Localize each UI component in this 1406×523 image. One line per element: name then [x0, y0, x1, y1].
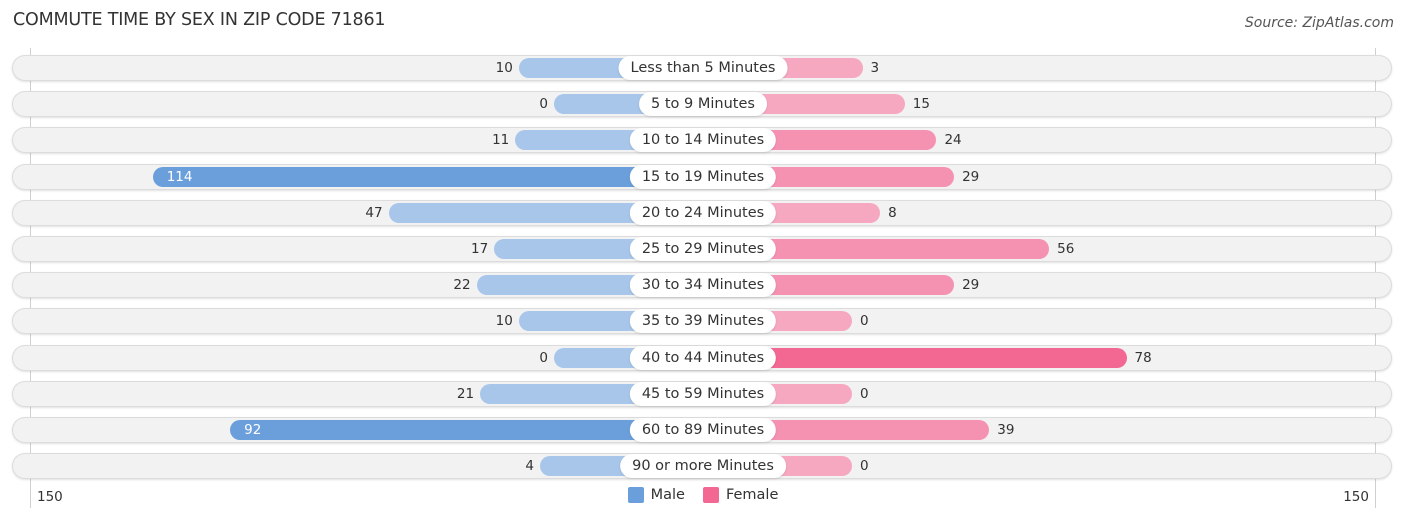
category-label: 30 to 34 Minutes: [629, 273, 777, 298]
value-label-male: 4: [525, 458, 534, 475]
female-swatch-icon: [702, 487, 719, 503]
value-label-female: 0: [860, 458, 869, 475]
category-label: 40 to 44 Minutes: [629, 345, 777, 370]
value-label-male: 21: [456, 385, 475, 402]
bar-male[interactable]: [152, 166, 703, 187]
legend-label-female: Female: [725, 487, 779, 503]
category-label: 35 to 39 Minutes: [629, 309, 777, 334]
value-label-female: 78: [1134, 349, 1152, 366]
category-label: 60 to 89 Minutes: [629, 418, 777, 442]
value-label-male: 114: [166, 168, 193, 185]
value-label-male: 0: [539, 349, 548, 366]
male-swatch-icon: [627, 487, 644, 503]
value-label-female: 56: [1057, 241, 1075, 257]
chart-area: Less than 5 Minutes 10 3 5 to 9 Minutes 0 15 1…: [0, 0, 1406, 523]
value-label-female: 29: [962, 277, 980, 294]
category-label: Less than 5 Minutes: [618, 56, 788, 80]
value-label-female: 39: [997, 422, 1015, 438]
value-label-male: 11: [492, 132, 510, 149]
value-label-male: 17: [470, 241, 489, 257]
legend-item-female[interactable]: Female: [702, 487, 779, 503]
category-label: 25 to 29 Minutes: [629, 237, 777, 261]
value-label-female: 29: [962, 168, 980, 185]
value-label-male: 47: [365, 204, 383, 221]
legend-item-male[interactable]: Male: [627, 487, 685, 503]
value-label-male: 22: [453, 277, 471, 294]
category-label: 90 or more Minutes: [620, 454, 786, 479]
value-label-male: 92: [244, 422, 262, 438]
legend: Male Female: [0, 487, 1406, 503]
category-label: 10 to 14 Minutes: [629, 128, 777, 153]
category-label: 20 to 24 Minutes: [629, 200, 777, 225]
value-label-female: 15: [912, 96, 930, 113]
value-label-female: 0: [860, 385, 869, 402]
value-label-male: 10: [495, 313, 513, 330]
value-label-female: 3: [870, 60, 880, 76]
category-label: 5 to 9 Minutes: [639, 92, 767, 117]
category-label: 45 to 59 Minutes: [629, 381, 777, 406]
value-label-female: 24: [944, 132, 962, 149]
value-label-male: 0: [539, 96, 548, 113]
category-label: 15 to 19 Minutes: [629, 164, 777, 189]
value-label-female: 8: [888, 204, 897, 221]
value-label-male: 10: [495, 60, 513, 76]
legend-label-male: Male: [650, 487, 685, 503]
value-label-female: 0: [860, 313, 869, 330]
